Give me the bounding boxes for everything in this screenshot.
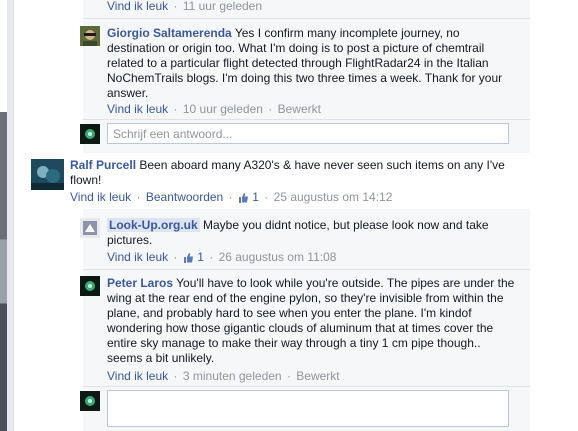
comment-meta: Vind ik leuk · Beantwoorden · 1 · 25 aug… xyxy=(70,190,393,204)
comment-body: Look-Up.org.uk Maybe you didnt notice, b… xyxy=(107,218,517,248)
timestamp[interactable]: 25 augustus om 14:12 xyxy=(274,190,393,204)
comment-author[interactable]: Giorgio Saltamerenda xyxy=(107,26,232,40)
like-count[interactable]: 1 xyxy=(183,250,204,264)
current-user-avatar xyxy=(80,391,100,411)
timestamp[interactable]: 3 minuten geleden xyxy=(183,369,282,383)
edited-label[interactable]: Bewerkt xyxy=(278,102,321,116)
comment-body: Ralf Purcell Been aboard many A320's & h… xyxy=(70,158,510,188)
comment-card: Vind ik leuk · 11 uur geleden Giorgio Sa… xyxy=(13,0,578,431)
avatar[interactable] xyxy=(80,218,100,238)
like-link[interactable]: Vind ik leuk xyxy=(107,250,168,264)
like-link[interactable]: Vind ik leuk xyxy=(70,190,131,204)
like-count[interactable]: 1 xyxy=(238,190,259,204)
comment-meta: Vind ik leuk · 11 uur geleden xyxy=(107,0,263,13)
comment-meta: Vind ik leuk · 3 minuten geleden · Bewer… xyxy=(107,369,340,383)
page-left-edge xyxy=(0,0,7,431)
avatar[interactable] xyxy=(80,26,100,46)
thumbs-up-icon xyxy=(183,252,194,266)
avatar[interactable] xyxy=(80,276,100,296)
comment-body: Peter Laros You'll have to look while yo… xyxy=(107,276,517,366)
timestamp[interactable]: 26 augustus om 11:08 xyxy=(219,250,337,264)
comment-meta: Vind ik leuk · 10 uur geleden · Bewerkt xyxy=(107,102,321,116)
like-link[interactable]: Vind ik leuk xyxy=(107,369,168,383)
comment-author[interactable]: Look-Up.org.uk xyxy=(107,218,200,232)
reply-link[interactable]: Beantwoorden xyxy=(146,190,223,204)
edited-label[interactable]: Bewerkt xyxy=(296,369,339,383)
reply-input[interactable] xyxy=(107,123,509,144)
comment-body: Giorgio Saltamerenda Yes I confirm many … xyxy=(107,26,507,101)
comment-text: Been aboard many A320's & have never see… xyxy=(70,158,505,187)
divider xyxy=(83,119,530,120)
comment-meta: Vind ik leuk · 1 · 26 augustus om 11:08 xyxy=(107,250,337,264)
left-column-photo xyxy=(0,112,7,431)
divider xyxy=(83,18,530,19)
like-link[interactable]: Vind ik leuk xyxy=(107,102,168,116)
comment-author[interactable]: Peter Laros xyxy=(107,276,173,290)
timestamp[interactable]: 10 uur geleden xyxy=(183,102,263,116)
timestamp[interactable]: 11 uur geleden xyxy=(183,0,262,13)
current-user-avatar xyxy=(80,124,100,144)
divider xyxy=(83,269,530,270)
avatar[interactable] xyxy=(31,159,64,190)
comment-author[interactable]: Ralf Purcell xyxy=(70,158,136,172)
like-link[interactable]: Vind ik leuk xyxy=(107,0,168,13)
thumbs-up-icon xyxy=(238,192,249,206)
divider xyxy=(83,386,530,387)
reply-textarea[interactable] xyxy=(107,390,509,427)
